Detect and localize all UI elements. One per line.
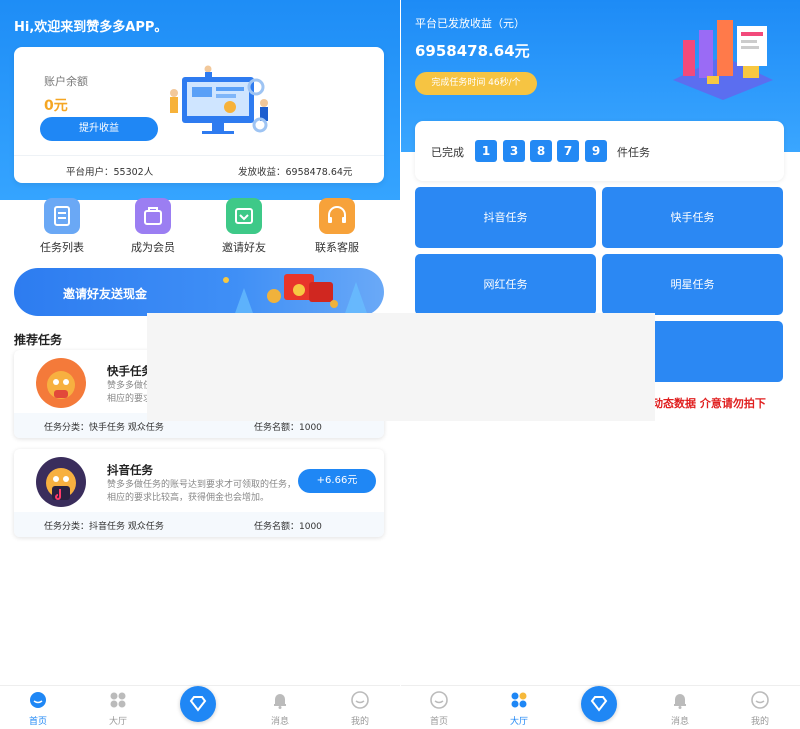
grid-icon [509,690,529,710]
completed-digit: 3 [503,140,525,162]
menu-label: 邀请好友 [222,241,266,254]
task-title: 抖音任务 [107,463,153,477]
nav-label: 首页 [28,717,47,727]
bell-icon [670,690,690,710]
menu-invite-friends[interactable]: 邀请好友 [209,198,279,255]
nav-label: 我的 [750,717,769,727]
completed-suffix: 件任务 [617,146,650,159]
task-card-douyin[interactable]: 抖音任务 赞多多做任务的账号达到要求才可领取的任务，相应的要求比较高，获得佣金也… [14,449,384,537]
red-envelope-illustration [223,274,368,316]
nav-home[interactable]: 首页 [8,690,68,727]
task-category: 任务分类：抖音任务 观众任务 [44,522,164,532]
balance-amount: 0元 [44,98,68,114]
city-illustration [673,20,773,100]
task-quota: 任务名额：1000 [254,522,322,532]
nav-label: 大厅 [509,717,528,727]
issued-earnings-stat: 发放收益：6958478.64元 [238,167,353,178]
menu-task-list[interactable]: 任务列表 [27,198,97,255]
member-icon [135,198,171,234]
tile-celebrity-task[interactable]: 明星任务 [602,254,783,315]
bottom-nav: 首页 大厅 消息 我的 [401,685,800,729]
bottom-nav: 首页 大厅 消息 我的 [0,685,400,729]
bell-icon [270,690,290,710]
overlay-blank-panel [147,313,655,421]
profile-icon [750,690,770,710]
invite-icon [226,198,262,234]
home-icon [429,690,449,710]
menu-label: 成为会员 [131,241,175,254]
menu-become-member[interactable]: 成为会员 [118,198,188,255]
diamond-icon [581,686,617,722]
nav-messages[interactable]: 消息 [250,690,310,727]
nav-label: 我的 [350,717,369,727]
task-category: 任务分类：快手任务 观众任务 [44,423,164,433]
task-time-pill: 完成任务时间 46秒/个 [415,72,537,95]
nav-center[interactable] [569,686,629,722]
nav-label: 消息 [670,717,689,727]
platform-users-stat: 平台用户：55302人 [66,167,154,178]
earnings-label: 平台已发放收益（元） [415,17,525,30]
completed-digit: 9 [585,140,607,162]
completed-tasks-card: 已完成 1 3 8 7 9 件任务 [415,121,784,181]
tile-kuaishou-task[interactable]: 快手任务 [602,187,783,248]
nav-label: 首页 [429,717,448,727]
nav-messages[interactable]: 消息 [650,690,710,727]
task-quota: 任务名额：1000 [254,423,322,433]
task-list-icon [44,198,80,234]
recommended-tasks-title: 推荐任务 [14,333,63,347]
menu-label: 联系客服 [315,241,359,254]
diamond-icon [180,686,216,722]
nav-label: 消息 [270,717,289,727]
completed-digit: 8 [530,140,552,162]
nav-hall[interactable]: 大厅 [489,690,549,727]
profile-icon [350,690,370,710]
task-meta: 任务分类：抖音任务 观众任务 任务名额：1000 [14,512,384,537]
completed-digit: 7 [557,140,579,162]
balance-card: 账户余额 0元 提升收益 平台用户：55302人 发放收益：6958478.64… [14,47,384,183]
tile-douyin-task[interactable]: 抖音任务 [415,187,596,248]
menu-contact-service[interactable]: 联系客服 [302,198,372,255]
invite-banner[interactable]: 邀请好友送现金 [14,268,384,316]
balance-label: 账户余额 [44,75,88,88]
task-description: 赞多多做任务的账号达到要求才可领取的任务，相应的要求比较高，获得佣金也会增加。 [107,480,297,503]
tile-influencer-task[interactable]: 网红任务 [415,254,596,315]
greeting-text: Hi,欢迎来到赞多多APP。 [14,20,168,35]
dynamic-data-notice: 动态数据 介意请勿拍下 [652,397,766,410]
completed-label: 已完成 [431,146,464,159]
menu-label: 任务列表 [40,241,84,254]
invite-banner-text: 邀请好友送现金 [63,287,148,301]
home-icon [28,690,48,710]
nav-label: 大厅 [108,717,127,727]
nav-hall[interactable]: 大厅 [88,690,148,727]
balance-stats: 平台用户：55302人 发放收益：6958478.64元 [14,155,384,183]
douyin-avatar [36,457,86,507]
boost-earnings-button[interactable]: 提升收益 [40,117,158,141]
nav-profile[interactable]: 我的 [330,690,390,727]
nav-profile[interactable]: 我的 [730,690,790,727]
grid-icon [108,690,128,710]
dashboard-illustration [170,65,268,134]
kuaishou-avatar [36,358,86,408]
nav-home[interactable]: 首页 [409,690,469,727]
service-icon [319,198,355,234]
earnings-amount: 6958478.64元 [415,42,530,60]
task-reward-button[interactable]: +6.66元 [298,469,376,493]
completed-digit: 1 [475,140,497,162]
nav-center[interactable] [168,686,228,722]
